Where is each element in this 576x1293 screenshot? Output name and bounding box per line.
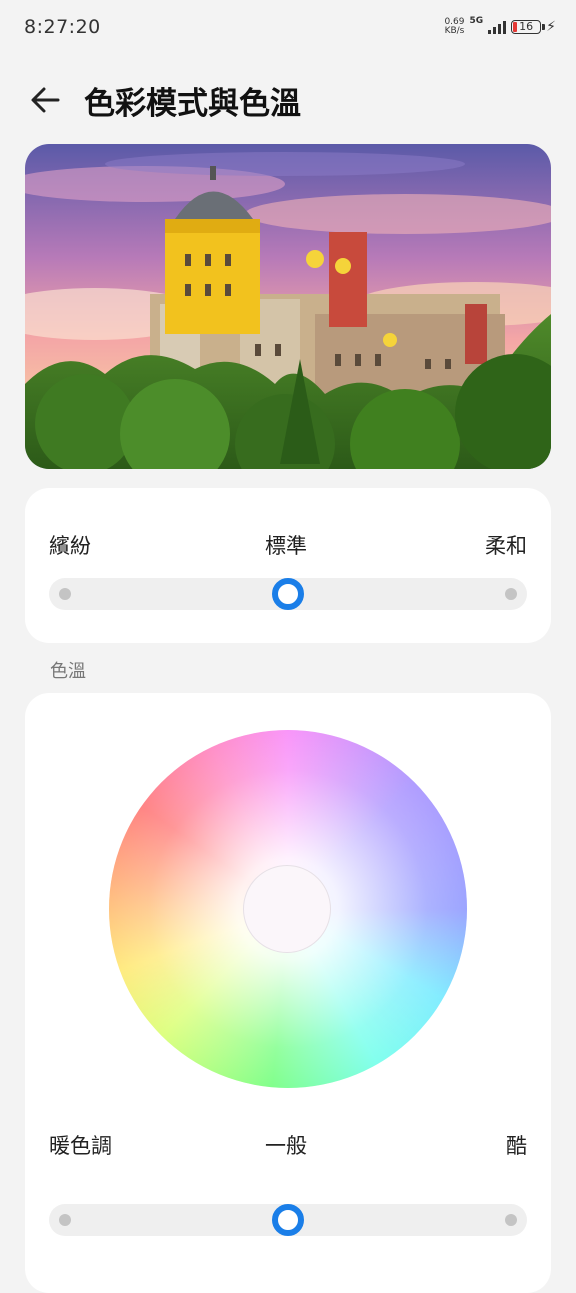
slider-stop-vivid[interactable] [59,588,71,600]
page-title: 色彩模式與色溫 [84,86,301,122]
slider-stop-warm[interactable] [59,1214,71,1226]
option-standard-label[interactable]: 標準 [265,530,307,560]
color-wheel-knob[interactable] [243,865,331,953]
signal-icon [488,20,507,34]
arrow-left-icon [31,87,60,113]
page-header: 色彩模式與色溫 [0,72,576,128]
status-time: 8:27:20 [24,16,101,38]
option-soft-label[interactable]: 柔和 [485,530,527,560]
color-mode-card: 繽紛 標準 柔和 [25,488,551,643]
network-speed: 0.69 KB/s [444,17,465,36]
color-mode-slider[interactable] [49,578,527,610]
battery-level: 16 [519,20,534,33]
battery-icon: 16 [511,20,546,34]
status-icons: 0.69 KB/s 5G 16 ⚡ [444,14,556,40]
slider-thumb[interactable] [272,578,304,610]
charging-icon: ⚡ [546,19,556,35]
color-temperature-slider[interactable] [49,1204,527,1236]
color-wheel[interactable] [109,730,467,1088]
back-button[interactable] [26,82,66,118]
section-title-color-temperature: 色溫 [50,661,86,682]
slider-stop-soft[interactable] [505,588,517,600]
slider-thumb[interactable] [272,1204,304,1236]
preview-image [25,144,551,469]
network-type: 5G [469,16,484,26]
option-vivid-label[interactable]: 繽紛 [49,530,91,560]
status-bar: 8:27:20 0.69 KB/s 5G 16 ⚡ [0,0,576,54]
option-warm-label[interactable]: 暖色調 [49,1130,112,1160]
slider-stop-cool[interactable] [505,1214,517,1226]
option-cool-label[interactable]: 酷 [506,1130,527,1160]
option-normal-label[interactable]: 一般 [265,1130,307,1160]
color-temperature-card: 暖色調 一般 酷 [25,693,551,1293]
